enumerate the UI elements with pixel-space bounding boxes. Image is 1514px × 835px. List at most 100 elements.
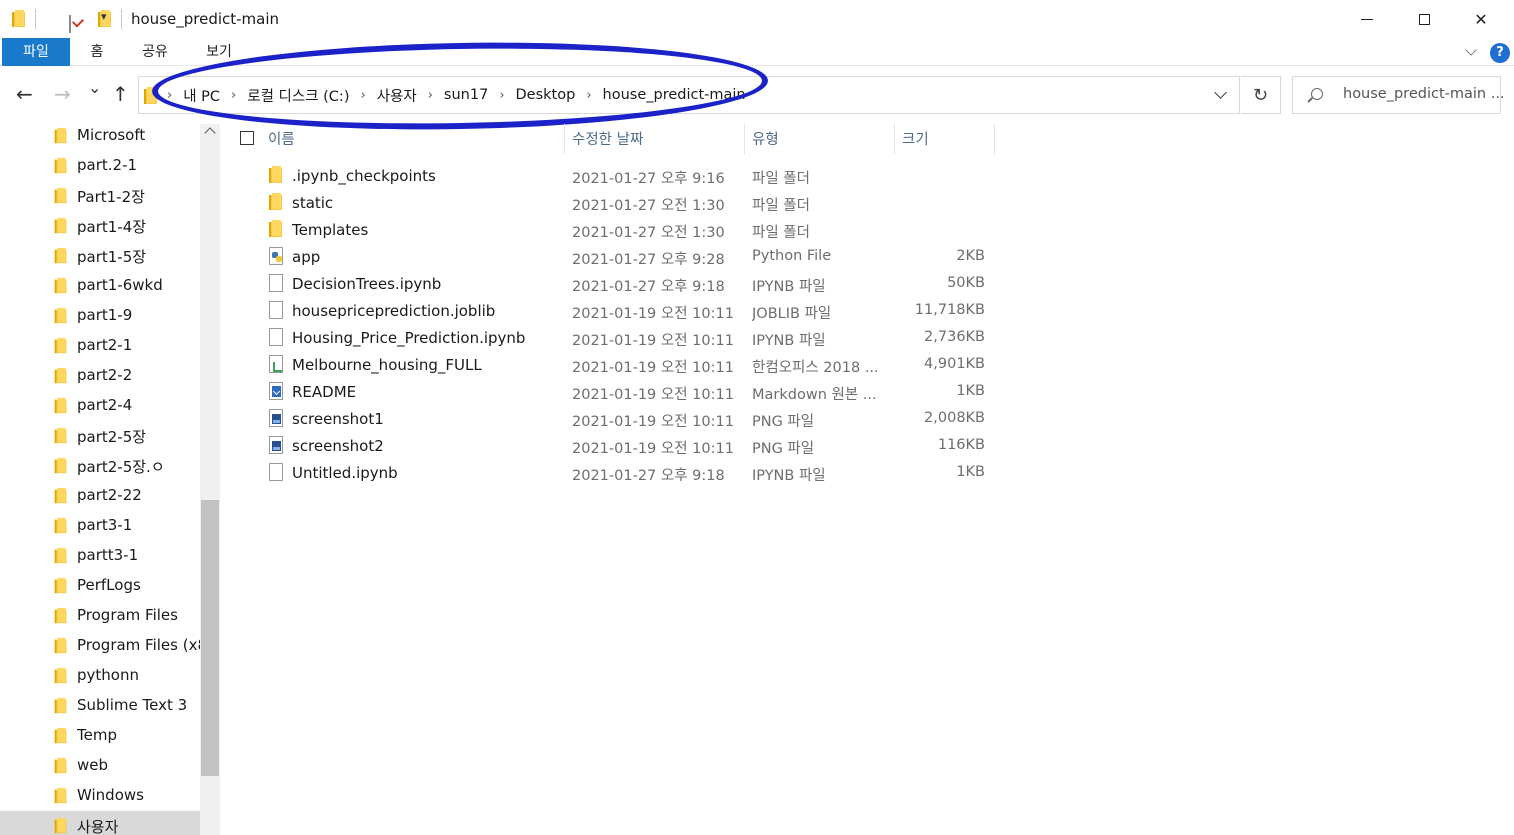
minimize-button[interactable] <box>1344 0 1390 38</box>
column-divider[interactable] <box>564 124 565 154</box>
tab-share[interactable]: 공유 <box>132 38 178 66</box>
maximize-icon <box>1418 13 1430 25</box>
file-row[interactable]: Housing_Price_Prediction.ipynb 2021-01-19… <box>220 324 1000 351</box>
sidebar-item[interactable]: part2-5장.ㅇ <box>0 451 200 481</box>
sidebar-item[interactable]: Program Files <box>0 601 200 631</box>
folder-icon <box>54 577 68 594</box>
close-button[interactable]: ✕ <box>1458 0 1504 38</box>
up-button[interactable]: ↑ <box>112 82 129 106</box>
folder-icon <box>54 157 68 174</box>
column-divider[interactable] <box>894 124 895 154</box>
sidebar-item[interactable]: Sublime Text 3 <box>0 691 200 721</box>
sidebar-item[interactable]: 사용자 <box>0 811 200 835</box>
breadcrumb-separator[interactable]: › <box>428 88 433 103</box>
column-header-name[interactable]: 이름 <box>268 128 295 149</box>
spreadsheet-file-icon <box>269 355 283 373</box>
file-date-modified: 2021-01-27 오후 9:28 <box>572 252 725 268</box>
breadcrumb-item-sun17[interactable]: sun17 <box>444 87 488 103</box>
sidebar-item[interactable]: part1-6wkd <box>0 271 200 301</box>
tab-file[interactable]: 파일 <box>2 38 70 66</box>
sidebar-item[interactable]: part1-5장 <box>0 241 200 271</box>
sidebar-item[interactable]: part1-4장 <box>0 211 200 241</box>
breadcrumb-separator[interactable]: › <box>167 88 172 103</box>
file-date-modified: 2021-01-27 오후 9:16 <box>572 171 725 187</box>
file-type: Python File <box>752 248 832 264</box>
file-row[interactable]: screenshot2 2021-01-19 오전 10:11 PNG 파일 116K… <box>220 432 1000 459</box>
navigation-bar: ← → ⌄ ↑ › 내 PC › 로컬 디스크 (C:) › 사용자 › sun… <box>0 66 1514 124</box>
sidebar-item[interactable]: part.2-1 <box>0 151 200 181</box>
sidebar-item[interactable]: part2-5장 <box>0 421 200 451</box>
sidebar-item[interactable]: part2-22 <box>0 481 200 511</box>
file-row[interactable]: housepriceprediction.joblib 2021-01-19 오전… <box>220 297 1000 324</box>
file-row[interactable]: app 2021-01-27 오후 9:28 Python File 2KB <box>220 243 1000 270</box>
sidebar-item[interactable]: Temp <box>0 721 200 751</box>
breadcrumb-item-house-predict-main[interactable]: house_predict-main <box>603 87 746 103</box>
sidebar-item[interactable]: Part1-2장 <box>0 181 200 211</box>
select-all-checkbox[interactable] <box>240 131 254 145</box>
sidebar-item[interactable]: web <box>0 751 200 781</box>
file-row[interactable]: Untitled.ipynb 2021-01-27 오후 9:18 IPYNB 파일… <box>220 459 1000 486</box>
tab-home[interactable]: 홈 <box>78 38 116 66</box>
help-icon[interactable]: ? <box>1490 43 1510 63</box>
breadcrumb-item-local-disk[interactable]: 로컬 디스크 (C:) <box>247 85 349 106</box>
properties-icon[interactable] <box>69 15 72 33</box>
maximize-button[interactable] <box>1401 0 1447 38</box>
sidebar-item[interactable]: Microsoft <box>0 124 200 151</box>
breadcrumb-item-this-pc[interactable]: 내 PC <box>183 85 220 106</box>
folder-icon <box>54 217 68 234</box>
column-divider[interactable] <box>744 124 745 154</box>
refresh-button[interactable]: ↻ <box>1241 76 1281 114</box>
file-size: 1KB <box>956 464 985 480</box>
back-button[interactable]: ← <box>16 82 33 106</box>
sidebar-item[interactable]: part3-1 <box>0 511 200 541</box>
scrollbar-thumb[interactable] <box>201 500 219 776</box>
address-dropdown-chevron-icon[interactable] <box>1214 86 1227 99</box>
file-date-modified: 2021-01-19 오전 10:11 <box>572 441 734 457</box>
folder-icon <box>54 727 68 744</box>
sidebar-item[interactable]: part2-2 <box>0 361 200 391</box>
sidebar-item[interactable]: Program Files (x86) <box>0 631 200 661</box>
file-row[interactable]: static 2021-01-27 오전 1:30 파일 폴더 <box>220 189 1000 216</box>
file-row[interactable]: DecisionTrees.ipynb 2021-01-27 오후 9:18 IPY… <box>220 270 1000 297</box>
sidebar-item-label: part1-6wkd <box>77 276 163 294</box>
breadcrumb-item-users[interactable]: 사용자 <box>377 85 417 106</box>
folder-icon <box>54 697 68 714</box>
sidebar-item[interactable]: part1-9 <box>0 301 200 331</box>
forward-button[interactable]: → <box>54 82 71 106</box>
sidebar-item[interactable]: part2-1 <box>0 331 200 361</box>
search-input[interactable]: house_predict-main ... <box>1292 76 1505 114</box>
sidebar-item[interactable]: part2-4 <box>0 391 200 421</box>
sidebar-item[interactable]: pythonn <box>0 661 200 691</box>
recent-locations-button[interactable]: ⌄ <box>88 78 101 97</box>
folder-icon <box>54 757 68 774</box>
file-row[interactable]: screenshot1 2021-01-19 오전 10:11 PNG 파일 2,00… <box>220 405 1000 432</box>
sidebar-item[interactable]: Windows <box>0 781 200 811</box>
breadcrumb-item-desktop[interactable]: Desktop <box>516 87 576 103</box>
column-divider[interactable] <box>994 124 995 154</box>
sidebar-scrollbar[interactable] <box>200 124 220 835</box>
file-row[interactable]: Melbourne_housing_FULL 2021-01-19 오전 10:1… <box>220 351 1000 378</box>
file-name: Housing_Price_Prediction.ipynb <box>292 329 526 347</box>
scroll-up-icon[interactable] <box>204 127 216 139</box>
customize-quick-access-icon[interactable]: ▾ <box>101 10 107 23</box>
file-row[interactable]: README 2021-01-19 오전 10:11 Markdown 원본 ...… <box>220 378 1000 405</box>
file-list: 이름 수정한 날짜 유형 크기 .ipynb_checkpoints 2021-0… <box>220 124 1514 835</box>
folder-icon <box>54 127 68 144</box>
address-bar[interactable]: › 내 PC › 로컬 디스크 (C:) › 사용자 › sun17 › Des… <box>138 76 1240 114</box>
breadcrumb-separator[interactable]: › <box>499 88 504 103</box>
column-header-type[interactable]: 유형 <box>752 128 779 149</box>
expand-ribbon-chevron-icon[interactable] <box>1465 44 1477 56</box>
file-date-modified: 2021-01-19 오전 10:11 <box>572 360 734 376</box>
tab-view[interactable]: 보기 <box>196 38 242 66</box>
blank-file-icon <box>269 274 283 292</box>
breadcrumb-separator[interactable]: › <box>586 88 591 103</box>
file-name: DecisionTrees.ipynb <box>292 275 442 293</box>
sidebar-item[interactable]: PerfLogs <box>0 571 200 601</box>
file-row[interactable]: .ipynb_checkpoints 2021-01-27 오후 9:16 파일 폴… <box>220 162 1000 189</box>
column-header-date[interactable]: 수정한 날짜 <box>572 128 643 149</box>
sidebar-item[interactable]: partt3-1 <box>0 541 200 571</box>
file-row[interactable]: Templates 2021-01-27 오전 1:30 파일 폴더 <box>220 216 1000 243</box>
column-header-size[interactable]: 크기 <box>902 128 929 149</box>
breadcrumb-separator[interactable]: › <box>231 88 236 103</box>
breadcrumb-separator[interactable]: › <box>360 88 365 103</box>
